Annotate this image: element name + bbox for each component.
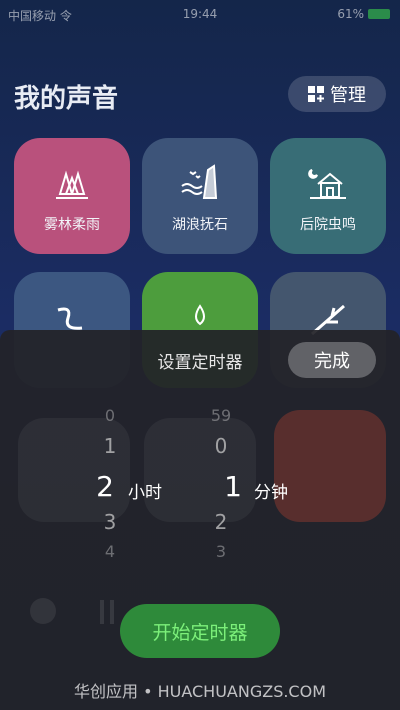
minutes-option[interactable]: 59	[196, 406, 246, 425]
hours-option[interactable]: 1	[90, 434, 130, 458]
sound-tile-lake-waves[interactable]: 湖浪抚石	[142, 138, 258, 254]
sound-tile-backyard[interactable]: 后院虫鸣	[270, 138, 386, 254]
manage-label: 管理	[330, 85, 366, 106]
tile-label: 湖浪抚石	[172, 217, 228, 233]
grid-icon	[308, 86, 324, 102]
forest-rain-icon	[56, 170, 88, 199]
backyard-house-icon	[308, 169, 346, 199]
hours-unit: 小时	[128, 483, 162, 503]
hours-option[interactable]: 0	[90, 406, 130, 425]
tile-label: 雾林柔雨	[44, 217, 100, 233]
minutes-option[interactable]: 3	[201, 542, 241, 561]
hours-selected[interactable]: 2	[92, 470, 118, 503]
page-title: 我的声音	[14, 84, 119, 114]
sound-tile-forest-rain[interactable]: 雾林柔雨	[14, 138, 130, 254]
manage-button[interactable]: 管理	[288, 76, 386, 112]
hours-option[interactable]: 4	[90, 542, 130, 561]
minutes-option[interactable]: 2	[201, 510, 241, 534]
pause-icon	[100, 600, 114, 624]
start-timer-button[interactable]: 开始定时器	[120, 604, 280, 658]
background-tile	[274, 410, 386, 522]
minutes-selected[interactable]: 1	[220, 470, 246, 503]
status-bar: 中国移动 令 19:44 61%	[0, 0, 400, 28]
battery-indicator: 61%	[337, 7, 390, 21]
lake-waves-icon	[181, 164, 218, 199]
watermark-text: 华创应用 • HUACHUANGZS.COM	[73, 682, 327, 701]
done-button[interactable]: 完成	[288, 342, 376, 378]
tile-label: 后院虫鸣	[300, 217, 356, 233]
battery-icon	[368, 9, 390, 19]
play-icon	[30, 598, 56, 624]
minutes-unit: 分钟	[254, 483, 288, 503]
hours-option[interactable]: 3	[90, 510, 130, 534]
battery-percent: 61%	[337, 7, 364, 21]
minutes-option[interactable]: 0	[201, 434, 241, 458]
